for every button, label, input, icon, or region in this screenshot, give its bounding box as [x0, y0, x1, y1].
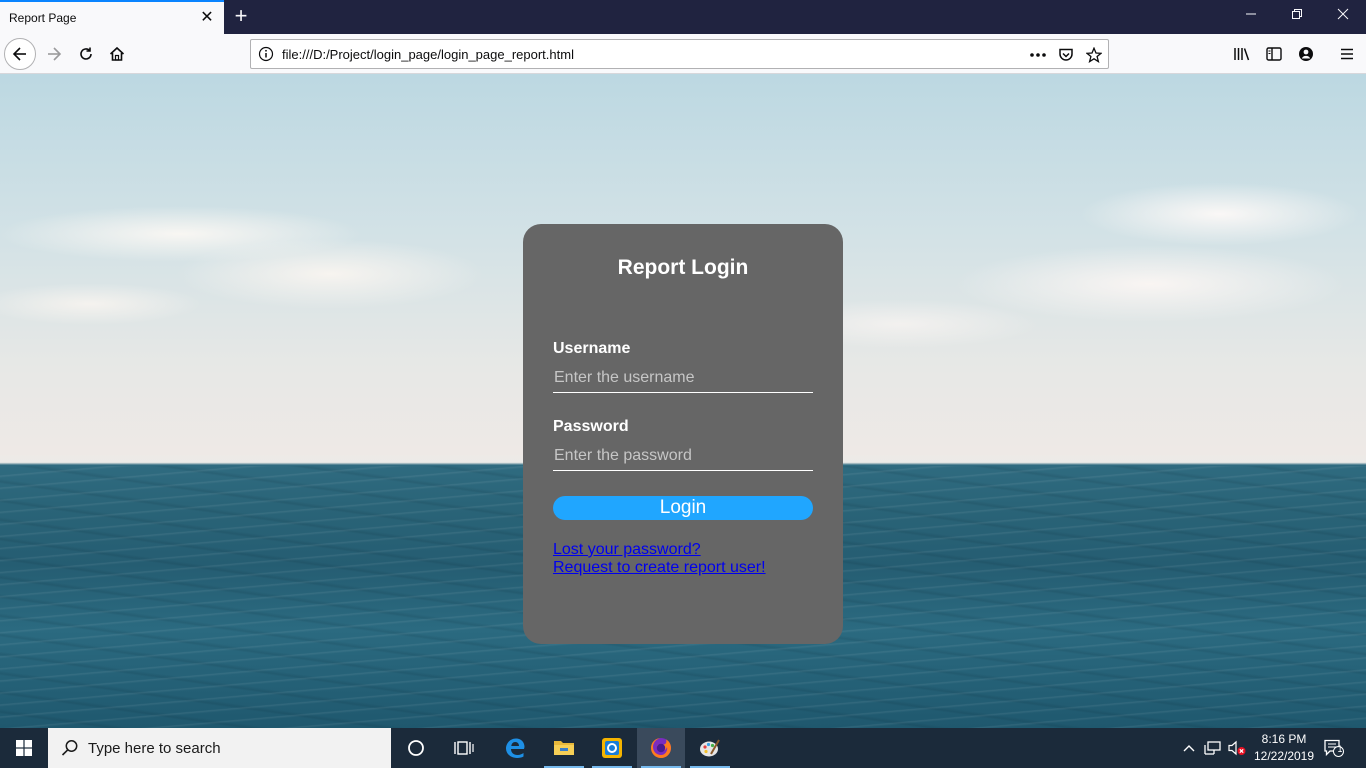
window-close-icon[interactable] [1320, 0, 1366, 32]
username-input[interactable] [553, 363, 813, 393]
page-actions-icon[interactable] [1028, 45, 1048, 65]
notification-count-badge: 1 [1337, 744, 1343, 754]
library-icon[interactable] [1232, 44, 1252, 64]
bookmark-star-icon[interactable] [1084, 45, 1104, 65]
username-label: Username [553, 340, 631, 357]
search-placeholder: Type here to search [88, 740, 221, 757]
login-card: Report Login Username Password Login Los… [523, 224, 843, 644]
tab-strip: Report Page ✕ + [0, 0, 1366, 34]
clock-time: 8:16 PM [1261, 732, 1307, 746]
navigation-toolbar: file:///D:/Project/login_page/login_page… [0, 34, 1366, 74]
account-icon[interactable] [1296, 44, 1316, 64]
cortana-icon[interactable] [392, 728, 440, 768]
restore-icon[interactable] [1274, 0, 1320, 32]
firefox-icon[interactable] [637, 728, 685, 768]
minimize-icon[interactable] [1228, 0, 1274, 32]
url-text: file:///D:/Project/login_page/login_page… [282, 47, 574, 62]
sidebar-icon[interactable] [1264, 44, 1284, 64]
windows-start-icon[interactable] [0, 728, 48, 768]
request-user-link[interactable]: Request to create report user! [553, 559, 766, 577]
edge-browser-icon[interactable] [491, 728, 539, 768]
site-info-icon[interactable] [258, 46, 274, 62]
back-icon[interactable] [4, 38, 36, 70]
browser-tab[interactable]: Report Page ✕ [0, 0, 224, 34]
password-label: Password [553, 418, 629, 435]
file-explorer-icon[interactable] [540, 728, 588, 768]
close-tab-icon[interactable]: ✕ [198, 9, 216, 27]
task-view-icon[interactable] [440, 728, 488, 768]
system-clock[interactable]: 8:16 PM 12/22/2019 [1248, 731, 1320, 765]
action-center-icon[interactable]: 1 [1320, 728, 1348, 768]
show-hidden-icons-chevron-icon[interactable] [1179, 728, 1199, 768]
network-icon[interactable] [1202, 728, 1224, 768]
page-background: Report Login Username Password Login Los… [0, 74, 1366, 728]
outlook-app-icon[interactable] [588, 728, 636, 768]
taskbar: Type here to search 8:16 PM 12/22/2019 1 [0, 728, 1366, 768]
volume-muted-icon[interactable] [1226, 728, 1248, 768]
clock-date: 12/22/2019 [1253, 749, 1315, 763]
login-button[interactable]: Login [553, 496, 813, 520]
address-bar[interactable]: file:///D:/Project/login_page/login_page… [250, 39, 1109, 69]
tab-title: Report Page [9, 11, 77, 25]
new-tab-icon[interactable]: + [231, 5, 251, 27]
menu-icon[interactable] [1337, 44, 1357, 64]
taskbar-search-box[interactable]: Type here to search [48, 728, 391, 768]
login-title: Report Login [617, 256, 749, 279]
search-icon [61, 739, 79, 762]
home-icon[interactable] [101, 38, 133, 70]
password-input[interactable] [553, 441, 813, 471]
forward-icon[interactable] [38, 38, 70, 70]
paint-app-icon[interactable] [686, 728, 734, 768]
lost-password-link[interactable]: Lost your password? [553, 541, 701, 559]
reload-icon[interactable] [70, 38, 102, 70]
pocket-icon[interactable] [1056, 45, 1076, 65]
